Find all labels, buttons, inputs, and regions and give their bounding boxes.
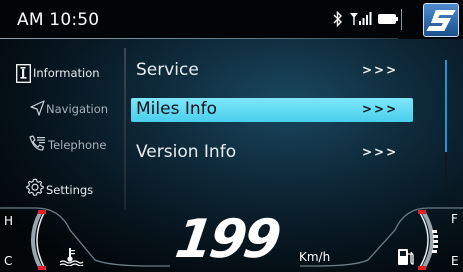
phone-icon <box>29 135 45 151</box>
menu-item-label: Version Info <box>136 142 237 162</box>
sidebar: Information Navigation Telephone Setting… <box>0 47 127 208</box>
temperature-gauge <box>31 210 46 270</box>
speed-unit: Km/h <box>299 250 331 264</box>
menu-item-version-info[interactable]: Version Info >>> <box>131 141 413 165</box>
sidebar-item-label: Settings <box>46 183 94 197</box>
sidebar-item-telephone[interactable]: Telephone <box>0 127 124 163</box>
scrollbar-thumb[interactable] <box>445 60 447 152</box>
menu-item-service[interactable]: Service >>> <box>131 59 413 83</box>
chevron-right-icon: >>> <box>362 145 399 159</box>
sidebar-item-navigation[interactable]: Navigation <box>0 91 124 127</box>
chevron-right-icon: >>> <box>362 63 399 77</box>
fuel-empty-label: E <box>451 254 459 268</box>
status-underline <box>0 38 398 39</box>
chevron-right-icon: >>> <box>362 102 399 116</box>
fuel-full-label: F <box>451 212 458 226</box>
menu-item-label: Miles Info <box>136 99 218 119</box>
speed-readout: 199 <box>171 209 282 270</box>
gear-icon <box>26 178 44 196</box>
menu-item-miles-info[interactable]: Miles Info >>> <box>131 98 413 122</box>
battery-icon <box>378 14 398 24</box>
dashboard-screen: AM 10:50 Information Navigation Telephon… <box>0 0 463 272</box>
signal-icon <box>350 12 372 25</box>
sidebar-item-label: Navigation <box>46 102 109 116</box>
menu-item-label: Service <box>136 60 199 80</box>
fuel-pump-icon <box>398 249 414 265</box>
temp-high-label: H <box>4 214 14 228</box>
sidebar-item-label: Information <box>33 66 100 80</box>
fuel-gauge <box>418 210 438 270</box>
sidebar-item-label: Telephone <box>48 138 107 152</box>
navigation-arrow-icon <box>30 100 45 116</box>
status-bar: AM 10:50 <box>0 0 463 39</box>
brand-logo-icon <box>423 3 459 37</box>
sidebar-item-information[interactable]: Information <box>0 55 124 91</box>
coolant-temperature-icon <box>59 248 84 266</box>
status-divider <box>401 9 402 30</box>
temp-low-label: C <box>4 254 13 268</box>
info-icon <box>16 64 31 83</box>
bluetooth-icon <box>333 10 342 28</box>
sidebar-divider <box>124 48 126 210</box>
clock: AM 10:50 <box>17 10 100 30</box>
